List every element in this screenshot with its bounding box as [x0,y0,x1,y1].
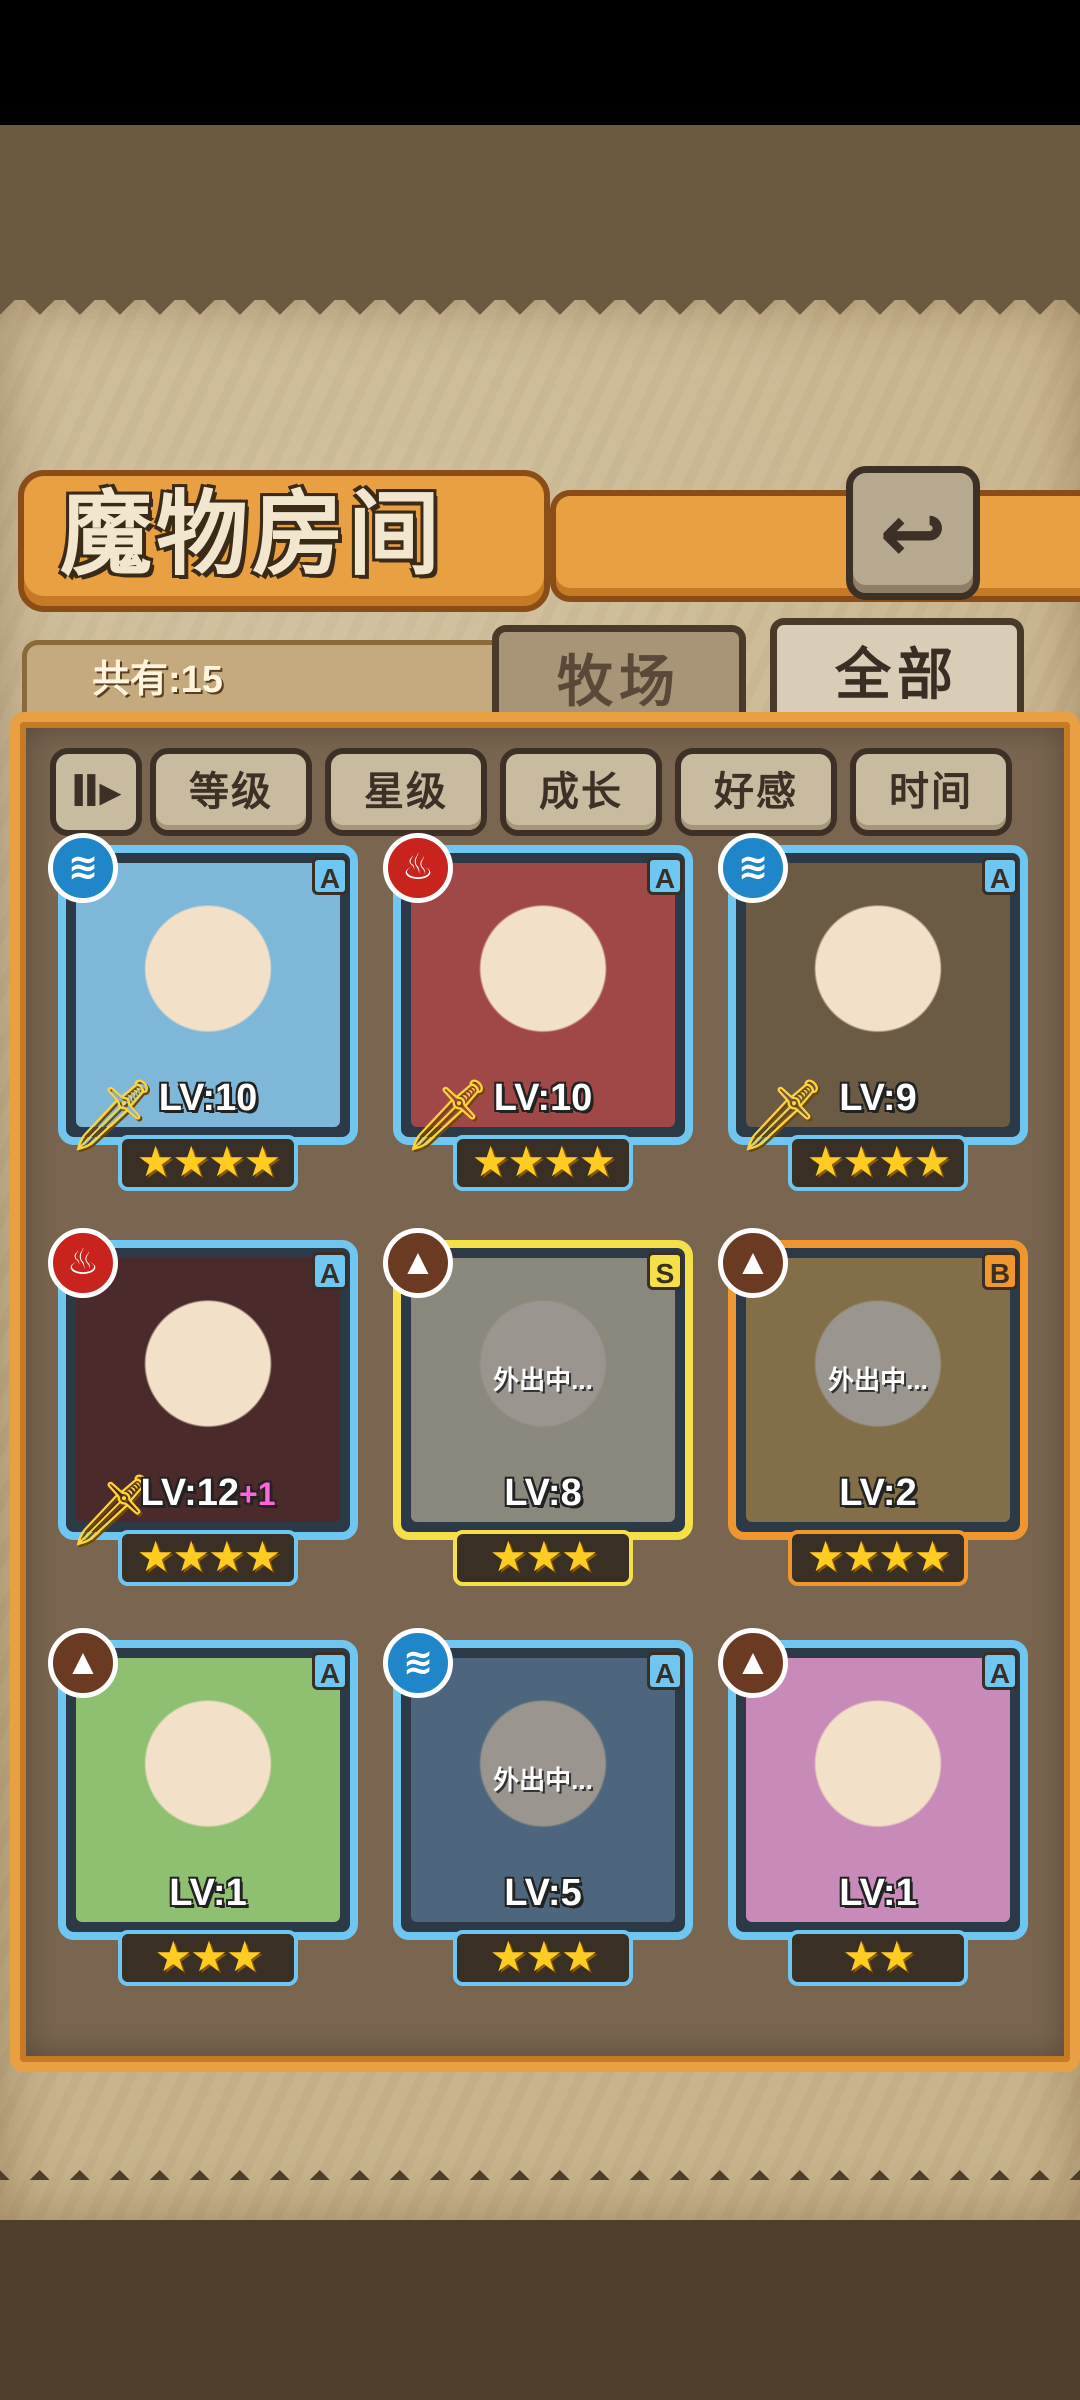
monster-card[interactable]: ▲ B 外出中... LV:2 ★★★★ [718,1228,1028,1586]
rank-badge: A [312,857,348,895]
away-status: 外出中... [828,1365,928,1395]
star-rating: ★★★ [453,1930,633,1986]
away-status: 外出中... [493,1365,593,1395]
star-rating: ★★★★ [453,1135,633,1191]
back-icon: ↩ [879,488,947,578]
monster-level: LV:5 [504,1872,582,1914]
earth-element-icon: ▲ [48,1628,118,1698]
monster-card[interactable]: ♨A🗡LV:12+1★★★★ [48,1228,358,1586]
star-rating: ★★★★ [788,1530,968,1586]
sort-by-time-button[interactable]: 时间 [850,748,1012,836]
monster-card[interactable]: ♨A🗡LV:10★★★★ [383,833,693,1191]
monster-card[interactable]: ▲ S 外出中... LV:8 ★★★ [383,1228,693,1586]
monster-level: LV:12+1 [140,1472,276,1514]
rank-badge: A [647,857,683,895]
monster-level: LV:1 [169,1872,247,1914]
rank-badge: A [312,1652,348,1690]
monster-level: LV:2 [839,1472,917,1514]
level-bonus: +1 [239,1476,276,1512]
sort-order-toggle[interactable]: Ⅱ▸ [50,748,142,836]
monster-card[interactable]: ≋ A 外出中... LV:5 ★★★ [383,1628,693,1986]
water-element-icon: ≋ [383,1628,453,1698]
monster-level: LV:9 [839,1077,917,1119]
back-button[interactable]: ↩ [846,466,980,600]
star-rating: ★★★★ [118,1530,298,1586]
fire-element-icon: ♨ [48,1228,118,1298]
star-rating: ★★★★ [788,1135,968,1191]
monster-level: LV:10 [493,1077,593,1119]
rank-badge: S [647,1252,683,1290]
water-element-icon: ≋ [48,833,118,903]
monster-level: LV:1 [839,1872,917,1914]
sort-by-growth-button[interactable]: 成长 [500,748,662,836]
rank-badge: A [982,1652,1018,1690]
monster-card[interactable]: ≋A🗡LV:10★★★★ [48,833,358,1191]
panel-bottom-edge [0,2150,1080,2180]
star-rating: ★★★ [453,1530,633,1586]
background-top-map [0,125,1080,300]
rank-badge: B [982,1252,1018,1290]
background-bottom-map [0,2220,1080,2400]
rank-badge: A [312,1252,348,1290]
status-bar [0,0,1080,125]
sort-by-stars-button[interactable]: 星级 [325,748,487,836]
fire-element-icon: ♨ [383,833,453,903]
sort-by-level-button[interactable]: 等级 [150,748,312,836]
rank-badge: A [647,1652,683,1690]
sort-by-affection-button[interactable]: 好感 [675,748,837,836]
monster-level: LV:10 [158,1077,258,1119]
away-status: 外出中... [493,1765,593,1795]
earth-element-icon: ▲ [718,1628,788,1698]
monster-level: LV:8 [504,1472,582,1514]
header-bar [550,490,1080,602]
monster-card[interactable]: ▲ A LV:1 ★★★ [48,1628,358,1986]
earth-element-icon: ▲ [383,1228,453,1298]
star-rating: ★★ [788,1930,968,1986]
water-element-icon: ≋ [718,833,788,903]
monster-card[interactable]: ≋A🗡LV:9★★★★ [718,833,1028,1191]
page-title: 魔物房间 [60,484,445,586]
panel-top-edge [0,295,1080,325]
star-rating: ★★★ [118,1930,298,1986]
star-rating: ★★★★ [118,1135,298,1191]
monster-card[interactable]: ▲ A LV:1 ★★ [718,1628,1028,1986]
earth-element-icon: ▲ [718,1228,788,1298]
rank-badge: A [982,857,1018,895]
monster-count: 共有:15 [92,659,223,701]
